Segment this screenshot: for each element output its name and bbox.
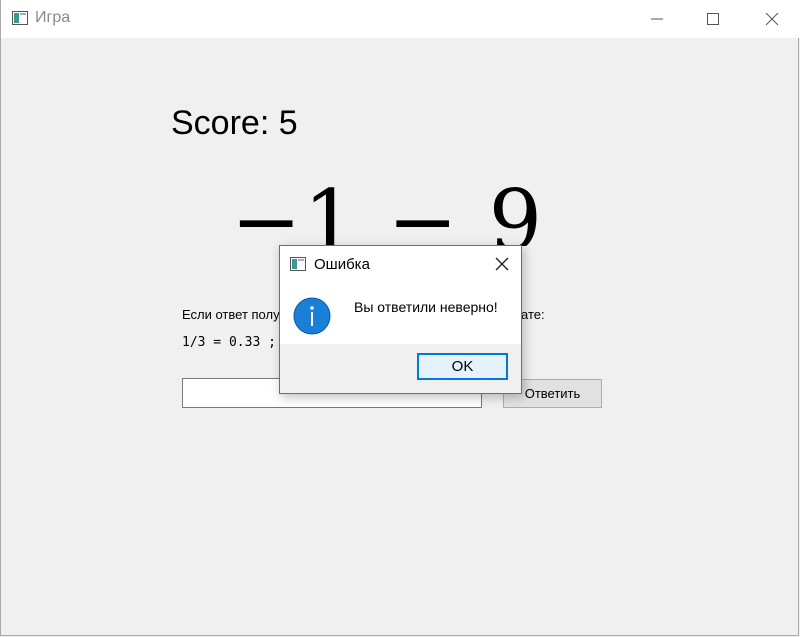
dialog-title: Ошибка xyxy=(314,256,370,273)
dialog-close-button[interactable] xyxy=(488,252,516,276)
dialog-message: Вы ответили неверно! xyxy=(354,299,498,315)
math-expression: −1 − 9 = xyxy=(231,180,581,246)
maximize-button[interactable] xyxy=(684,0,742,38)
expression-area: −1 − 9 = xyxy=(221,180,581,246)
hint-line-1: Если ответ получ xyxy=(182,307,287,322)
hint-line-1-end: ате: xyxy=(521,307,545,322)
title-bar[interactable]: Игра xyxy=(1,0,800,38)
window-title: Игра xyxy=(35,9,71,26)
info-icon xyxy=(293,297,331,335)
close-button[interactable] xyxy=(743,0,800,38)
close-icon xyxy=(495,257,509,271)
score-label: Score: 5 xyxy=(171,104,298,142)
error-dialog: Ошибка Вы ответили неверно! OK xyxy=(279,245,522,394)
close-icon xyxy=(765,12,779,26)
minimize-icon xyxy=(651,18,663,20)
maximize-icon xyxy=(707,13,719,25)
ok-button[interactable]: OK xyxy=(417,353,508,380)
dialog-app-icon xyxy=(290,257,306,271)
minimize-button[interactable] xyxy=(628,0,686,38)
dialog-footer: OK xyxy=(280,344,521,393)
app-icon xyxy=(12,11,28,25)
